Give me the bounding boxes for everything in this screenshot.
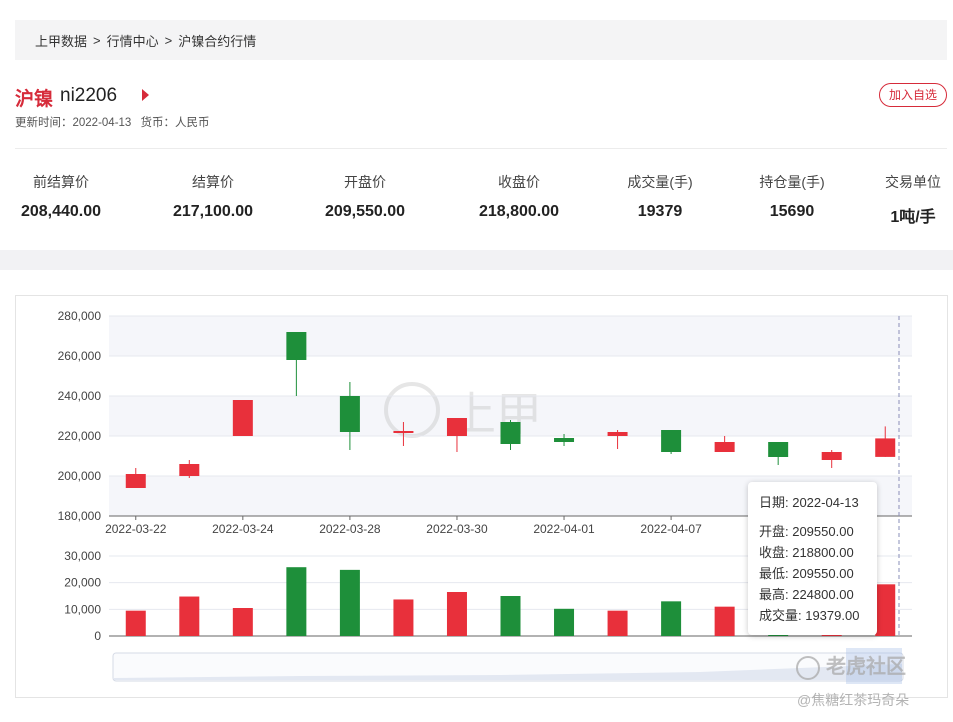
volume-bar [607,610,628,636]
price-tick-label: 280,000 [58,309,102,323]
price-tick-label: 220,000 [58,429,102,443]
volume-bar [554,608,575,636]
volume-bar [714,606,735,636]
candle-body [179,464,200,476]
date-axis: 2022-03-22 2022-03-24 2022-03-28 2022-03-30… [105,516,809,536]
brand-watermark: 老虎社区 [796,650,906,680]
candle-body [714,442,735,452]
brand-watermark-text: 老虎社区 [826,656,906,678]
chart-tooltip: 日期: 2022-04-13 开盘: 209550.00 收盘: 218800.… [748,482,877,635]
volume-bar [661,601,682,636]
candle-body [446,418,467,436]
volume-bar [500,596,521,636]
candle-body [232,400,253,436]
volume-tick-label: 20,000 [64,576,101,590]
volume-tick-label: 0 [94,629,101,643]
candle-body [821,452,842,460]
grid-band [109,316,912,356]
brand-logo-icon [796,655,820,680]
price-tick-label: 240,000 [58,389,102,403]
author-watermark: @焦糖红茶玛奇朵 [797,692,910,708]
candle-body [286,332,307,360]
volume-bar [125,610,146,636]
volume-bar [232,608,253,636]
volume-bar [339,569,360,636]
volume-tick-label: 30,000 [64,549,101,563]
candle-body [554,438,575,442]
volume-bar [286,567,307,636]
volume-bar [446,592,467,636]
volume-bar [179,596,200,636]
tooltip-low: 最低: 209550.00 [759,566,854,581]
candle-body [500,422,521,444]
price-tick-label: 180,000 [58,509,102,523]
price-tick-label: 260,000 [58,349,102,363]
date-tick-label: 2022-04-01 [533,522,595,536]
volume-tick-label: 10,000 [64,602,101,616]
date-tick-label: 2022-03-28 [319,522,381,536]
candle-body [607,432,628,436]
tooltip-volume: 成交量: 19379.00 [759,608,860,623]
candle-body [661,430,682,452]
candle-body [393,431,414,433]
date-tick-label: 2022-03-30 [426,522,488,536]
date-tick-label: 2022-04-07 [640,522,702,536]
tooltip-open: 开盘: 209550.00 [759,524,854,539]
price-tick-label: 200,000 [58,469,102,483]
candle-body [125,474,146,488]
tooltip-high: 最高: 224800.00 [759,587,854,602]
tooltip-close: 收盘: 218800.00 [759,545,854,560]
candle-body [768,442,789,457]
zoom-slider[interactable] [112,648,904,684]
date-tick-label: 2022-03-22 [105,522,167,536]
volume-bar [393,599,414,636]
candle-body [875,438,896,457]
candle-body [339,396,360,432]
date-tick-label: 2022-03-24 [212,522,274,536]
volume-bar [875,584,896,636]
tooltip-date: 日期: 2022-04-13 [759,495,859,510]
